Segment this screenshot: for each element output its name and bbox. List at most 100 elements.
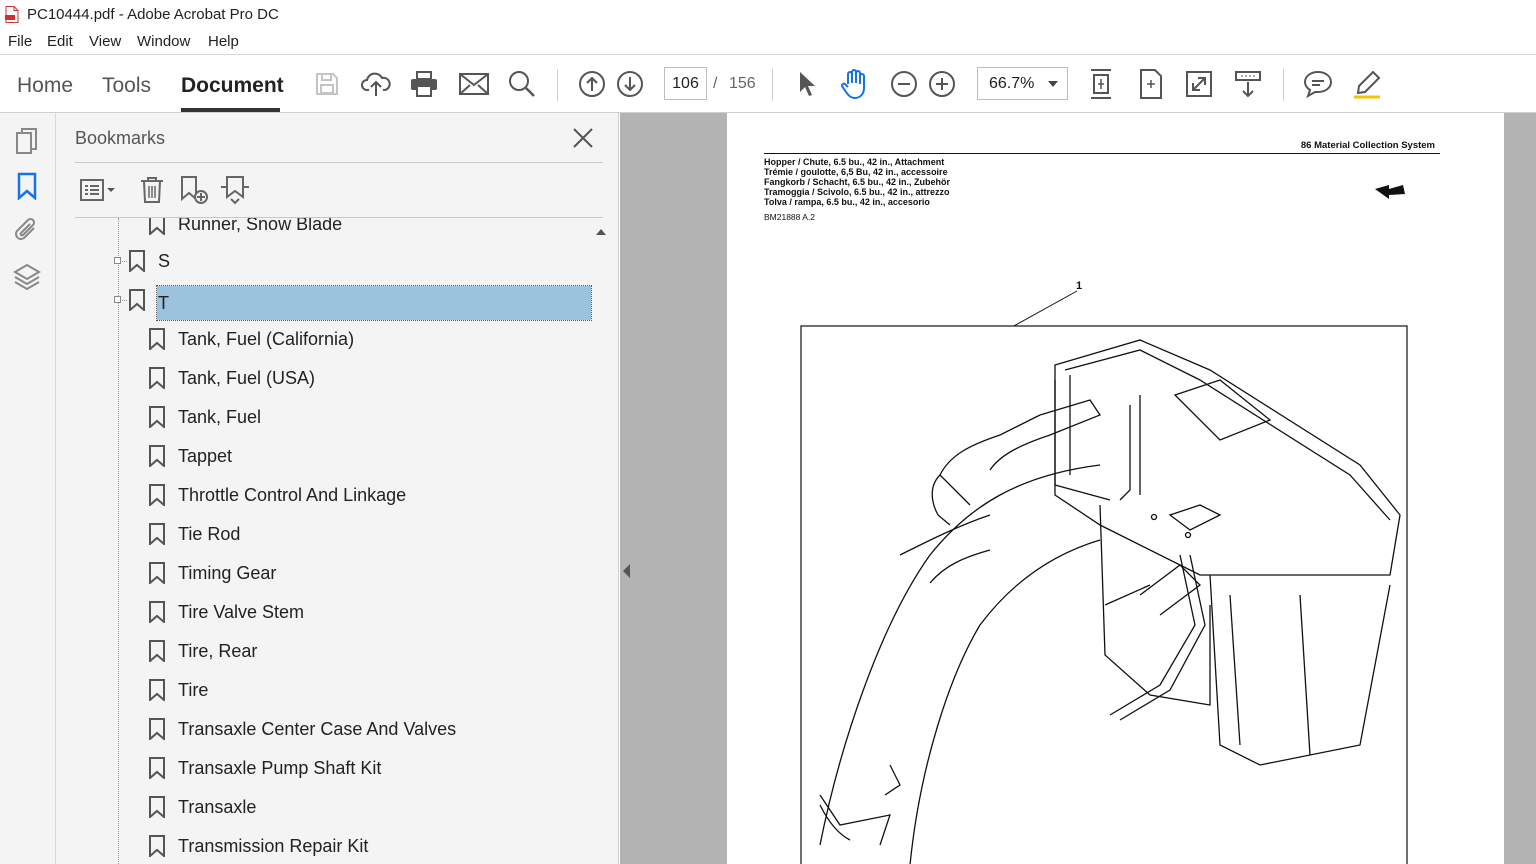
bookmark-item[interactable]: Tank, Fuel (California) — [148, 321, 354, 357]
page-number-input[interactable]: 106 — [664, 67, 707, 100]
menu-edit[interactable]: Edit — [47, 33, 73, 50]
bookmark-item[interactable]: Transaxle Center Case And Valves — [148, 711, 456, 747]
bookmark-item[interactable]: Tire Valve Stem — [148, 594, 304, 630]
bookmark-item[interactable]: Tappet — [148, 438, 232, 474]
bookmark-label: Transaxle Pump Shaft Kit — [178, 757, 382, 778]
email-icon[interactable] — [457, 67, 491, 101]
bookmark-item[interactable]: Transaxle — [148, 789, 256, 825]
active-tab-indicator — [181, 108, 280, 112]
bookmark-item[interactable]: Tire, Rear — [148, 633, 257, 669]
hand-tool-icon[interactable] — [838, 67, 872, 101]
previous-page-icon[interactable] — [575, 67, 609, 101]
print-icon[interactable] — [407, 67, 441, 101]
bookmark-label: Tire Valve Stem — [178, 601, 305, 622]
bookmark-icon — [149, 757, 165, 779]
bookmark-icon — [149, 445, 165, 467]
page-title-line: Trémie / goulotte, 6,5 Bu, 42 in., acces… — [764, 167, 948, 177]
bookmark-icon — [149, 679, 165, 701]
menu-file[interactable]: File — [8, 33, 32, 50]
bookmark-item-selected[interactable]: T — [156, 285, 592, 321]
title-bar: PC10444.pdf - Adobe Acrobat Pro DC — [0, 0, 1536, 29]
bookmark-options-icon[interactable] — [78, 173, 118, 207]
bookmarks-panel-icon[interactable] — [11, 170, 43, 202]
bookmark-icon — [129, 250, 145, 272]
highlight-pen-icon[interactable] — [1350, 67, 1384, 101]
comment-icon[interactable] — [1301, 67, 1335, 101]
page-separator: / — [713, 75, 718, 92]
bookmark-label: Tank, Fuel (USA) — [178, 367, 316, 388]
fit-page-height-icon[interactable] — [1084, 67, 1118, 101]
pdf-page: 86 Material Collection System Hopper / C… — [727, 113, 1504, 864]
bookmarks-panel: Bookmarks Runner, Snow Blade S T Tank, F… — [56, 113, 619, 864]
bookmark-icon — [149, 523, 165, 545]
bookmark-label: Transaxle Center Case And Valves — [178, 718, 457, 739]
save-icon[interactable] — [310, 67, 344, 101]
page-title-line: Fangkorb / Schacht, 6.5 bu., 42 in., Zub… — [764, 177, 951, 187]
bookmark-item[interactable]: Tank, Fuel — [148, 399, 261, 435]
layers-icon[interactable] — [11, 260, 43, 292]
collapse-panel-arrow-icon[interactable] — [623, 564, 630, 578]
bookmark-item[interactable]: Tire — [148, 672, 208, 708]
bookmark-item[interactable]: Timing Gear — [148, 555, 276, 591]
document-viewer[interactable]: 86 Material Collection System Hopper / C… — [620, 113, 1536, 864]
bookmark-label: Transmission Repair Kit — [178, 835, 369, 856]
bookmark-item[interactable]: Tie Rod — [148, 516, 240, 552]
zoom-out-icon[interactable] — [887, 67, 921, 101]
zoom-in-icon[interactable] — [925, 67, 959, 101]
navigation-rail — [0, 113, 56, 864]
menu-bar: File Edit View Window Help — [0, 29, 1536, 54]
menu-help[interactable]: Help — [208, 33, 239, 50]
next-page-icon[interactable] — [613, 67, 647, 101]
tab-tools[interactable]: Tools — [102, 74, 151, 98]
bookmark-item[interactable]: Transmission Repair Kit — [148, 828, 368, 864]
expand-bookmark-icon[interactable] — [218, 173, 252, 207]
read-mode-icon[interactable] — [1231, 67, 1265, 101]
bookmark-label: Tie Rod — [178, 523, 241, 544]
fit-page-icon[interactable] — [1134, 67, 1168, 101]
tree-expander[interactable] — [114, 257, 121, 264]
search-icon[interactable] — [505, 67, 539, 101]
toolbar-separator — [1283, 69, 1284, 101]
menu-window[interactable]: Window — [137, 33, 190, 50]
bookmark-item[interactable]: Tank, Fuel (USA) — [148, 360, 315, 396]
bookmark-icon — [149, 406, 165, 428]
header-rule — [764, 153, 1440, 154]
toolbar-separator — [557, 69, 558, 101]
window-title: PC10444.pdf - Adobe Acrobat Pro DC — [27, 6, 279, 23]
pdf-file-icon — [5, 6, 19, 23]
bookmark-icon — [149, 562, 165, 584]
bookmark-icon — [149, 218, 165, 235]
bookmark-item-t[interactable] — [128, 282, 157, 318]
new-bookmark-icon[interactable] — [177, 173, 211, 207]
bookmark-tree: Runner, Snow Blade S T Tank, Fuel (Calif… — [75, 218, 603, 864]
full-screen-icon[interactable] — [1182, 67, 1216, 101]
bookmarks-title: Bookmarks — [75, 128, 166, 148]
bookmark-item-s[interactable]: S — [128, 243, 603, 279]
zoom-level-select[interactable]: 66.7% — [977, 67, 1068, 100]
bookmark-label: Tire, Rear — [178, 640, 258, 661]
delete-bookmark-icon[interactable] — [135, 173, 169, 207]
tree-connector — [118, 218, 119, 864]
toolbar-separator — [772, 69, 773, 101]
bookmark-label: Tappet — [178, 445, 233, 466]
select-cursor-icon[interactable] — [790, 67, 824, 101]
bookmark-label: Timing Gear — [178, 562, 277, 583]
page-title-line: Tramoggia / Scivolo, 6.5 bu., 42 in., at… — [764, 187, 950, 197]
tab-document[interactable]: Document — [181, 74, 284, 98]
attachments-icon[interactable] — [11, 214, 43, 246]
bookmark-item[interactable]: Transaxle Pump Shaft Kit — [148, 750, 381, 786]
bookmark-label: Transaxle — [178, 796, 257, 817]
scroll-up-arrow-icon[interactable] — [596, 229, 606, 235]
zoom-level-value: 66.7% — [989, 75, 1035, 92]
hopper-chute-illustration — [800, 325, 1408, 864]
tab-home[interactable]: Home — [17, 74, 73, 98]
tree-expander[interactable] — [114, 296, 121, 303]
close-icon[interactable] — [570, 125, 596, 151]
menu-view[interactable]: View — [89, 33, 121, 50]
bookmark-item[interactable]: Throttle Control And Linkage — [148, 477, 406, 513]
page-thumbnails-icon[interactable] — [11, 125, 43, 157]
bookmarks-scrollbar[interactable] — [591, 225, 608, 864]
cloud-upload-icon[interactable] — [359, 67, 393, 101]
bookmark-item[interactable]: Runner, Snow Blade — [148, 218, 342, 242]
bookmark-label: T — [158, 292, 169, 313]
